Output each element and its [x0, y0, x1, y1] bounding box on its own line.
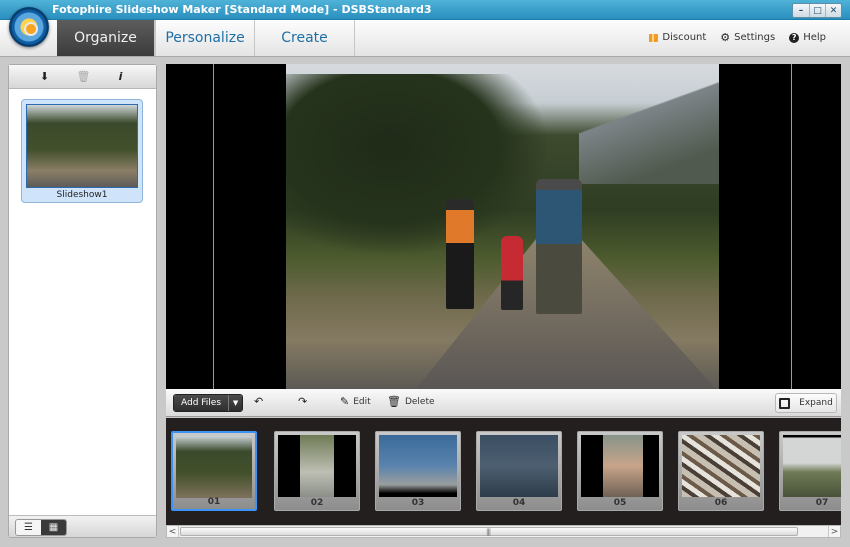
filmstrip: 01 02 03 04 05 06 07 [166, 418, 841, 525]
slide-number: 03 [411, 498, 425, 508]
delete-button[interactable]: 🗑 Delete [387, 395, 435, 408]
rotate-left-button[interactable]: ↶ [254, 395, 263, 408]
gift-icon [649, 33, 659, 42]
scrollbar-grip: ||| [486, 528, 491, 536]
edit-label: Edit [353, 396, 371, 407]
preview-photo [286, 64, 719, 389]
title-bar: Fotophire Slideshow Maker [Standard Mode… [0, 0, 850, 20]
slide-image [480, 435, 558, 497]
minimize-button[interactable]: – [793, 4, 809, 17]
help-link[interactable]: ? Help [789, 31, 826, 44]
chevron-down-icon[interactable]: ▼ [228, 395, 243, 411]
slide-image [581, 435, 659, 497]
photo-mountain [579, 64, 719, 184]
maximize-button[interactable]: □ [809, 4, 825, 17]
settings-label: Settings [734, 32, 776, 43]
settings-link[interactable]: ⚙ Settings [720, 31, 775, 44]
media-toolbar: Add Files ▼ ↶ ↷ ✎ Edit 🗑 Delete Expand [166, 389, 841, 417]
preview-area [166, 64, 841, 389]
expand-button[interactable]: Expand [775, 393, 837, 413]
slide-number: 04 [512, 498, 526, 508]
slide-image [682, 435, 760, 497]
window-title: Fotophire Slideshow Maker [Standard Mode… [52, 3, 432, 16]
slide-thumbnail[interactable]: 07 [779, 431, 841, 511]
gear-icon: ⚙ [720, 31, 731, 44]
slideshow-toolbar: ⬇ 🗑 i [9, 65, 156, 89]
slide-image [278, 435, 356, 497]
help-label: Help [803, 32, 826, 43]
info-icon[interactable]: i [115, 70, 127, 83]
nav-links: Discount ⚙ Settings ? Help [649, 31, 826, 44]
tab-organize[interactable]: Organize [57, 20, 155, 56]
close-button[interactable]: ✕ [825, 4, 841, 17]
photo-person [446, 199, 474, 309]
slide-number: 06 [714, 498, 728, 508]
trash-icon[interactable]: 🗑 [77, 70, 91, 83]
rotate-left-icon: ↶ [254, 395, 264, 408]
tab-create[interactable]: Create [255, 20, 355, 56]
view-toolbar: ☰ ▦ [9, 515, 156, 537]
photo-person [501, 236, 523, 310]
slide-thumbnail[interactable]: 05 [577, 431, 663, 511]
scroll-right-button[interactable]: > [828, 526, 840, 537]
view-toggle: ☰ ▦ [15, 519, 67, 536]
slide-thumbnail[interactable]: 04 [476, 431, 562, 511]
window-controls: – □ ✕ [792, 3, 842, 18]
list-view-icon[interactable]: ☰ [16, 520, 41, 535]
slide-thumbnail[interactable]: 02 [274, 431, 360, 511]
slide-image [783, 435, 841, 497]
slideshow-thumbnail [26, 104, 138, 188]
safe-area-guide [213, 64, 214, 389]
rotate-right-icon: ↷ [298, 395, 308, 408]
slideshow-panel: ⬇ 🗑 i Slideshow1 ☰ ▦ [8, 64, 157, 538]
edit-button[interactable]: ✎ Edit [340, 395, 371, 408]
photo-person [536, 179, 582, 314]
scrollbar-thumb[interactable]: ||| [180, 527, 798, 536]
filmstrip-scrollbar[interactable]: < ||| > [166, 525, 841, 538]
add-files-label[interactable]: Add Files [174, 395, 229, 411]
delete-label: Delete [404, 396, 435, 407]
app-logo-icon[interactable] [9, 7, 49, 47]
slide-image [176, 436, 252, 498]
slide-image [379, 435, 457, 497]
slide-number: 05 [613, 498, 627, 508]
main-nav: Organize Personalize Create Discount ⚙ S… [0, 20, 850, 57]
slide-thumbnail[interactable]: 06 [678, 431, 764, 511]
expand-icon [779, 397, 791, 409]
import-slideshow-icon[interactable]: ⬇ [39, 70, 51, 83]
slide-thumbnail[interactable]: 01 [171, 431, 257, 511]
expand-label: Expand [799, 398, 833, 408]
rotate-right-button[interactable]: ↷ [298, 395, 307, 408]
slide-thumbnail[interactable]: 03 [375, 431, 461, 511]
slide-number: 07 [815, 498, 829, 508]
pencil-icon: ✎ [340, 395, 350, 408]
discount-label: Discount [662, 32, 707, 43]
tab-personalize[interactable]: Personalize [155, 20, 255, 56]
slideshow-label: Slideshow1 [56, 190, 108, 200]
discount-link[interactable]: Discount [649, 31, 706, 44]
safe-area-guide [791, 64, 792, 389]
trash-icon: 🗑 [387, 395, 401, 408]
add-files-button[interactable]: Add Files ▼ [173, 394, 244, 412]
slideshow-item[interactable]: Slideshow1 [21, 99, 143, 203]
scroll-left-button[interactable]: < [167, 526, 179, 537]
help-icon: ? [789, 32, 800, 43]
photo-trees [286, 74, 546, 254]
grid-view-icon[interactable]: ▦ [41, 520, 66, 535]
slide-number: 02 [310, 498, 324, 508]
slide-number: 01 [207, 497, 221, 507]
